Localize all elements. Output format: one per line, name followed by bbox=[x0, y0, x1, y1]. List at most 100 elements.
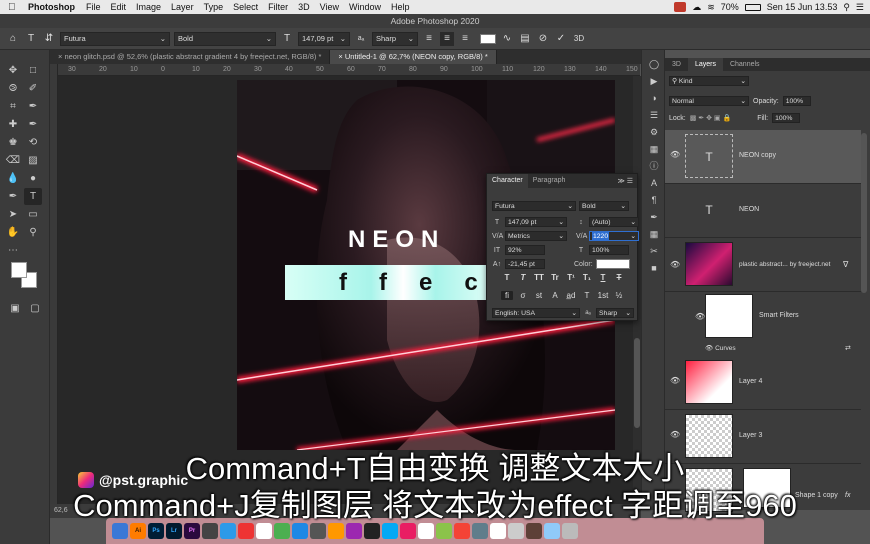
history-icon[interactable]: ◯ bbox=[642, 56, 666, 73]
ordinals-button[interactable]: 1st bbox=[597, 291, 609, 300]
scrollbar-thumb[interactable] bbox=[634, 338, 640, 428]
layer-row-layer-4[interactable]: 👁 Layer 4 bbox=[665, 356, 861, 410]
visibility-eye-icon[interactable]: 👁 bbox=[670, 150, 680, 159]
visibility-eye-icon[interactable]: 👁 bbox=[670, 376, 680, 385]
search-icon[interactable]: ⚲ bbox=[843, 2, 850, 13]
app-icon[interactable] bbox=[202, 523, 218, 539]
layer-name[interactable]: NEON bbox=[739, 206, 759, 213]
tab-untitled-1[interactable]: × Untitled-1 @ 62,7% (NEON copy, RGB/8) … bbox=[330, 50, 497, 64]
illustrator-icon[interactable]: Ai bbox=[130, 523, 146, 539]
strikethrough-button[interactable]: T bbox=[613, 273, 625, 282]
layer-name[interactable]: Layer 4 bbox=[739, 378, 762, 385]
path-select-icon[interactable]: ➤ bbox=[4, 206, 22, 223]
tab-3d[interactable]: 3D bbox=[665, 58, 688, 71]
app-icon[interactable] bbox=[508, 523, 524, 539]
character-panel-icon[interactable]: ▤ bbox=[518, 32, 532, 46]
quick-select-icon[interactable]: ✐ bbox=[24, 80, 42, 97]
dodge-tool-icon[interactable]: ● bbox=[24, 170, 42, 187]
adjustments-icon[interactable]: ◑ bbox=[642, 90, 666, 107]
char-vscale-field[interactable]: 92% bbox=[505, 245, 545, 255]
eraser-tool-icon[interactable]: ⌫ bbox=[4, 152, 22, 169]
align-left-icon[interactable]: ≡ bbox=[422, 32, 436, 46]
titling-alt-button[interactable]: T bbox=[581, 291, 593, 300]
neon-text[interactable]: NEON bbox=[348, 226, 445, 254]
effect-text[interactable]: ffec bbox=[339, 269, 510, 297]
properties-icon[interactable]: ☰ bbox=[642, 107, 666, 124]
app-icon[interactable] bbox=[220, 523, 236, 539]
font-style-select[interactable]: Bold ⌄ bbox=[174, 31, 276, 46]
clock[interactable]: Sen 15 Jun 13.53 bbox=[767, 2, 838, 12]
char-color-swatch[interactable] bbox=[595, 259, 630, 269]
visibility-eye-icon[interactable]: 👁 bbox=[670, 430, 680, 439]
effect-text-box[interactable]: ffec bbox=[285, 265, 500, 300]
font-family-select[interactable]: Futura ⌄ bbox=[60, 31, 170, 46]
layer-name[interactable]: Smart Filters bbox=[759, 312, 799, 319]
menu-image[interactable]: Image bbox=[136, 2, 161, 12]
foreground-color-swatch[interactable] bbox=[11, 262, 27, 278]
menu-view[interactable]: View bbox=[320, 2, 339, 12]
antialias-select[interactable]: Sharp ⌄ bbox=[372, 31, 418, 46]
info-icon[interactable]: ⓘ bbox=[642, 158, 666, 175]
superscript-button[interactable]: T¹ bbox=[565, 273, 577, 282]
char-hscale-field[interactable]: 100% bbox=[589, 245, 629, 255]
zoom-tool-icon[interactable]: ⚲ bbox=[24, 224, 42, 241]
small-caps-button[interactable]: Tr bbox=[549, 273, 561, 282]
crop-tool-icon[interactable]: ⌗ bbox=[4, 98, 22, 115]
app-icon[interactable] bbox=[328, 523, 344, 539]
opacity-field[interactable]: 100% bbox=[782, 96, 811, 106]
hand-tool-icon[interactable]: ✋ bbox=[4, 224, 22, 241]
battery-icon[interactable] bbox=[744, 3, 761, 11]
menu-window[interactable]: Window bbox=[349, 2, 381, 12]
char-antialias-select[interactable]: Sharp ⌄ bbox=[596, 308, 634, 318]
trash-icon[interactable] bbox=[562, 523, 578, 539]
tab-paragraph[interactable]: Paragraph bbox=[528, 174, 571, 188]
3d-icon[interactable]: 3D bbox=[572, 32, 586, 46]
layer-name[interactable]: NEON copy bbox=[739, 152, 776, 159]
finder-icon[interactable] bbox=[112, 523, 128, 539]
gradient-tool-icon[interactable]: ▨ bbox=[24, 152, 42, 169]
align-center-icon[interactable]: ≡ bbox=[440, 31, 454, 46]
blur-tool-icon[interactable]: 💧 bbox=[4, 170, 22, 187]
lock-icons[interactable]: ▩ ✒ ✥ ▣ 🔒 bbox=[690, 114, 731, 122]
swatches-icon[interactable]: ▦ bbox=[642, 141, 666, 158]
brush-tool-icon[interactable]: ✒ bbox=[24, 116, 42, 133]
discretionary-lig-button[interactable]: st bbox=[533, 291, 545, 300]
menu-layer[interactable]: Layer bbox=[171, 2, 194, 12]
old-style-button[interactable]: σ bbox=[517, 291, 529, 300]
layer-row-neon-copy[interactable]: 👁 T NEON copy bbox=[665, 130, 861, 184]
history-brush-icon[interactable]: ⟲ bbox=[24, 134, 42, 151]
quick-mask-icon[interactable]: ▣ bbox=[6, 300, 24, 317]
tab-layers[interactable]: Layers bbox=[687, 58, 723, 71]
menu-edit[interactable]: Edit bbox=[111, 2, 127, 12]
tab-character[interactable]: Character bbox=[487, 174, 528, 188]
control-center-icon[interactable]: ☰ bbox=[856, 2, 864, 13]
filter-options-icon[interactable]: ⇄ bbox=[845, 344, 851, 352]
app-icon[interactable] bbox=[238, 523, 254, 539]
brushes-icon[interactable]: ✒ bbox=[642, 209, 666, 226]
photoshop-icon[interactable]: Ps bbox=[148, 523, 164, 539]
menu-3d[interactable]: 3D bbox=[298, 2, 310, 12]
paragraph-icon[interactable]: ¶ bbox=[642, 192, 666, 209]
app-icon[interactable] bbox=[526, 523, 542, 539]
menu-type[interactable]: Type bbox=[204, 2, 224, 12]
app-icon[interactable] bbox=[310, 523, 326, 539]
premiere-icon[interactable]: Pr bbox=[184, 523, 200, 539]
actions-icon[interactable]: ▶ bbox=[642, 73, 666, 90]
all-caps-button[interactable]: TT bbox=[533, 273, 545, 282]
underline-button[interactable]: T bbox=[597, 273, 609, 282]
pen-tool-icon[interactable]: ✒ bbox=[4, 188, 22, 205]
stylistic-alt-button[interactable]: a̲d bbox=[565, 291, 577, 300]
lightroom-icon[interactable]: Lr bbox=[166, 523, 182, 539]
app-icon[interactable] bbox=[292, 523, 308, 539]
subscript-button[interactable]: T₁ bbox=[581, 273, 593, 282]
app-icon[interactable] bbox=[418, 523, 434, 539]
char-kerning-field[interactable]: Metrics ⌄ bbox=[505, 231, 567, 241]
app-menu[interactable]: Photoshop bbox=[28, 2, 75, 12]
app-icon[interactable] bbox=[274, 523, 290, 539]
menu-filter[interactable]: Filter bbox=[268, 2, 288, 12]
swash-button[interactable]: A bbox=[549, 291, 561, 300]
type-tool-icon[interactable]: T bbox=[24, 32, 38, 46]
app-icon[interactable] bbox=[436, 523, 452, 539]
cube-icon[interactable]: ▦ bbox=[642, 226, 666, 243]
char-tracking-field[interactable]: 1220 ⌄ bbox=[589, 231, 639, 241]
